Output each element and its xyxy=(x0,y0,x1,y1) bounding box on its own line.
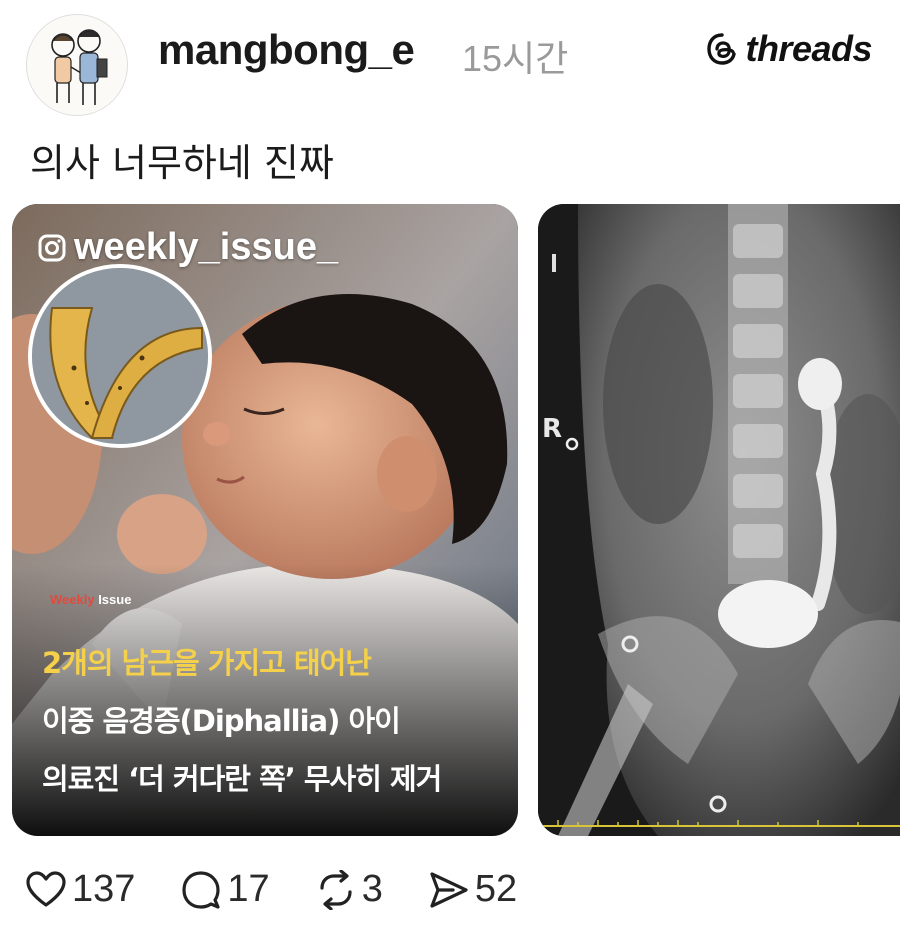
threads-wordmark: threads xyxy=(745,28,872,69)
like-count: 137 xyxy=(72,868,136,910)
instagram-handle-text: weekly_issue_ xyxy=(74,226,339,268)
instagram-icon xyxy=(38,234,66,261)
comment-count: 17 xyxy=(227,868,270,910)
threads-logo-icon xyxy=(707,33,737,65)
post-caption: 의사 너무하네 진짜 xyxy=(30,141,334,185)
share-count: 52 xyxy=(474,868,518,910)
xray-image xyxy=(538,204,900,836)
headline-line-2: 이중 음경증(Diphallia) 아이 xyxy=(42,704,401,738)
media-card-xray[interactable]: R xyxy=(538,204,900,836)
comment-icon xyxy=(182,870,221,909)
instagram-handle: weekly_issue_ xyxy=(38,226,338,269)
action-bar: 137 17 3 52 xyxy=(26,868,563,911)
headline-line-1: 2개의 남근을 가지고 태어난 xyxy=(42,646,372,680)
banana-inset-image xyxy=(28,264,212,448)
share-icon xyxy=(430,871,468,908)
media-card-news[interactable]: weekly_issue_ Weekly Issue 2개의 남근을 가지고 태… xyxy=(12,204,518,836)
like-button[interactable]: 137 xyxy=(26,868,135,911)
headline-block: Weekly Issue 2개의 남근을 가지고 태어난 이중 음경증(Diph… xyxy=(12,574,518,836)
repost-button[interactable]: 3 xyxy=(316,868,383,911)
username[interactable]: mangbong_e xyxy=(158,26,415,74)
repost-count: 3 xyxy=(361,868,383,910)
headline-line-3: 의료진 ‘더 커다란 쪽’ 무사히 제거 xyxy=(42,762,442,796)
threads-brand: threads xyxy=(705,28,872,70)
repost-icon xyxy=(320,869,352,910)
avatar-illustration xyxy=(27,15,127,115)
xray-side-marker: R xyxy=(542,414,563,444)
heart-icon xyxy=(26,870,66,907)
avatar[interactable] xyxy=(26,14,128,116)
share-button[interactable]: 52 xyxy=(429,868,517,911)
threads-post: mangbong_e 15시간 threads 의사 너무하네 진짜 weekl… xyxy=(0,0,900,938)
publisher-label: Weekly Issue xyxy=(50,592,132,607)
timestamp: 15시간 xyxy=(462,38,569,79)
comment-button[interactable]: 17 xyxy=(181,868,270,911)
